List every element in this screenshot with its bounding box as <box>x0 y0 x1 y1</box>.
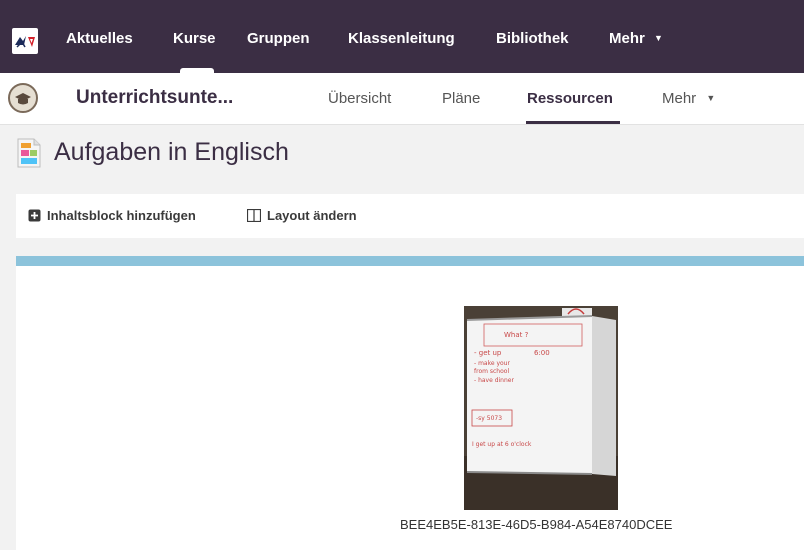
graduation-cap-icon <box>8 83 38 113</box>
tab-mehr-label: Mehr <box>662 90 697 107</box>
nav-item-mehr-label: Mehr <box>609 30 645 47</box>
chevron-down-icon: ▼ <box>706 93 716 103</box>
document-icon <box>16 138 42 168</box>
change-layout-label: Layout ändern <box>267 208 357 223</box>
nav-item-bibliothek[interactable]: Bibliothek <box>496 30 569 47</box>
content-block-header-bar <box>16 256 804 266</box>
nav-item-aktuelles[interactable]: Aktuelles <box>66 30 133 47</box>
tab-mehr[interactable]: Mehr ▼ <box>662 90 715 107</box>
tab-active-indicator <box>526 121 620 124</box>
tab-uebersicht[interactable]: Übersicht <box>328 90 391 107</box>
chevron-down-icon: ▼ <box>654 33 663 43</box>
change-layout-button[interactable]: Layout ändern <box>247 208 357 223</box>
whiteboard-line-4: - make your <box>474 360 510 367</box>
nav-item-kurse[interactable]: Kurse <box>173 30 216 47</box>
add-content-block-label: Inhaltsblock hinzufügen <box>47 208 196 223</box>
whiteboard-line-5: from school <box>474 368 509 375</box>
course-subnav: Unterrichtsunte... Übersicht Pläne Resso… <box>0 73 804 125</box>
whiteboard-line-3: 6:00 <box>534 349 550 357</box>
nav-item-mehr[interactable]: Mehr ▼ <box>609 30 663 47</box>
school-logo-icon[interactable] <box>12 28 38 54</box>
page-toolbar: Inhaltsblock hinzufügen Layout ändern <box>16 194 804 238</box>
columns-layout-icon <box>247 209 261 222</box>
whiteboard-line-7: -sy 5073 <box>476 415 502 422</box>
course-title[interactable]: Unterrichtsunte... <box>76 87 233 109</box>
page-title: Aufgaben in Englisch <box>54 138 289 166</box>
tab-ressourcen[interactable]: Ressourcen <box>527 90 613 107</box>
image-caption: BEE4EB5E-813E-46D5-B984-A54E8740DCEE <box>400 517 673 532</box>
top-nav: Aktuelles Kurse Gruppen Klassenleitung B… <box>0 0 804 73</box>
plus-square-icon <box>28 209 41 222</box>
whiteboard-line-1: What ? <box>504 331 529 339</box>
tab-plaene[interactable]: Pläne <box>442 90 480 107</box>
whiteboard-line-2: - get up <box>474 349 502 357</box>
nav-item-klassenleitung[interactable]: Klassenleitung <box>348 30 455 47</box>
content-block: What ? - get up 6:00 - make your from sc… <box>16 256 804 550</box>
whiteboard-photo[interactable]: What ? - get up 6:00 - make your from sc… <box>464 306 618 510</box>
add-content-block-button[interactable]: Inhaltsblock hinzufügen <box>28 208 196 223</box>
whiteboard-line-6: - have dinner <box>474 377 514 384</box>
whiteboard-line-8: I get up at 6 o'clock <box>472 441 532 448</box>
nav-item-gruppen[interactable]: Gruppen <box>247 30 310 47</box>
